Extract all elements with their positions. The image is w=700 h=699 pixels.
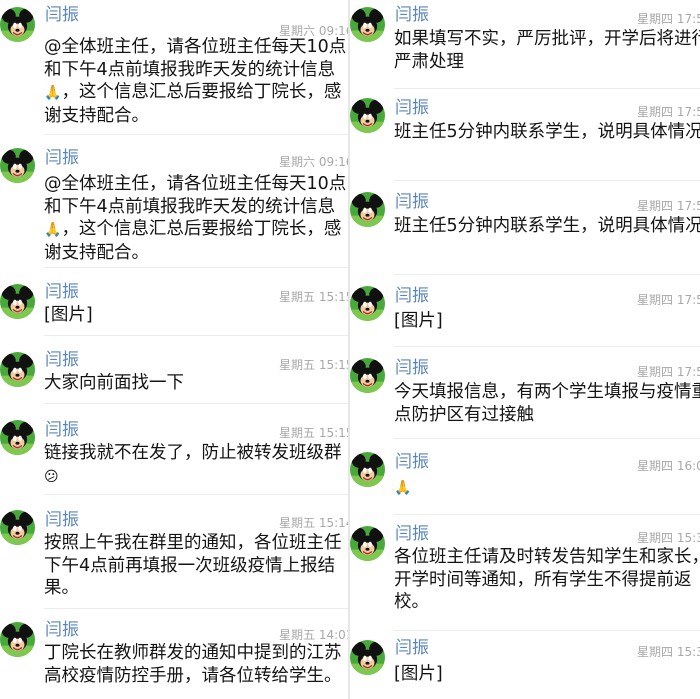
awkward-smile-emoji-icon: 😕 [44, 468, 59, 485]
message-time: 星期五 14:01 [279, 628, 348, 642]
mickey-avatar[interactable] [350, 526, 385, 561]
sender-name: 闫振 [45, 420, 79, 440]
image-placeholder-text[interactable]: [图片] [44, 304, 348, 327]
sender-name: 闫振 [45, 148, 79, 168]
mickey-avatar[interactable] [0, 622, 35, 657]
sender-name: 闫振 [45, 5, 79, 25]
mickey-avatar[interactable] [0, 352, 35, 387]
sender-name: 闫振 [395, 192, 429, 212]
chat-history-collage: 闫振 星期六 09:16 @全体班主任，请各位班主任每天10点和下午4点前填报我… [0, 0, 700, 699]
message-text: 班主任5分钟内联系学生，说明具体情况 [394, 122, 700, 142]
message-item[interactable]: 闫振 星期五 15:15 大家向前面找一下 [0, 338, 348, 404]
message-time: 星期五 15:15 [279, 290, 348, 304]
message-time: 星期四 17:5 [637, 365, 700, 379]
message-text: 链接我就不在发了，防止被转发班级群 😕 [44, 442, 348, 488]
message-text-main: @全体班主任，请各位班主任每天10点和下午4点前填报我昨天发的统计信息 [44, 37, 347, 80]
message-text: 按照上午我在群里的通知，各位班主任下午4点前再填报一次班级疫情上报结果。 [44, 533, 342, 598]
message-text: 如果填写不实，严厉批评，开学后将进行严肃处理 [394, 29, 700, 72]
message-column-left: 闫振 星期六 09:16 @全体班主任，请各位班主任每天10点和下午4点前填报我… [0, 0, 348, 699]
message-time: 星期四 17:5 [637, 199, 700, 213]
divider-line [394, 180, 700, 181]
mickey-avatar[interactable] [350, 98, 385, 133]
divider-line [394, 514, 700, 515]
message-item[interactable]: 闫振 星期四 17:5 班主任5分钟内联系学生，说明具体情况 [350, 88, 700, 181]
message-item[interactable]: 闫振 星期四 17:5 如果填写不实，严厉批评，开学后将进行严肃处理 [350, 0, 700, 90]
sender-name: 闫振 [45, 350, 79, 370]
message-text: 今天填报信息，有两个学生填报与疫情重点防护区有过接触 [394, 382, 700, 425]
pray-emoji-icon: 🙏 [44, 85, 62, 101]
message-text: 丁院长在教师群发的通知中提到的江苏高校疫情防控手册，请各位转给学生。 [44, 643, 342, 686]
message-text: 大家向前面找一下 [44, 373, 184, 393]
divider-line [394, 438, 700, 439]
message-time: 星期五 15:15 [279, 426, 348, 440]
sender-name: 闫振 [395, 638, 429, 658]
message-item[interactable]: 闫振 星期五 15:14 按照上午我在群里的通知，各位班主任下午4点前再填报一次… [0, 496, 348, 610]
message-text-tail: ，这个信息汇总后要报给丁院长，感谢支持配合。 [44, 82, 342, 126]
message-item[interactable]: 闫振 星期六 09:16 @全体班主任，请各位班主任每天10点和下午4点前填报我… [0, 136, 348, 268]
message-item[interactable]: 闫振 星期五 14:01 丁院长在教师群发的通知中提到的江苏高校疫情防控手册，请… [0, 610, 348, 699]
divider-line [44, 608, 348, 609]
message-time: 星期四 15:3 [637, 531, 700, 545]
message-item[interactable]: 闫振 星期五 15:15 [图片] [0, 270, 348, 336]
message-item[interactable]: 闫振 星期四 17:5 [图片] [350, 276, 700, 348]
mickey-avatar[interactable] [350, 640, 385, 675]
message-item[interactable]: 闫振 星期四 17:5 今天填报信息，有两个学生填报与疫情重点防护区有过接触 [350, 348, 700, 440]
divider-line [394, 274, 700, 275]
mickey-avatar[interactable] [0, 420, 35, 455]
message-text-main: @全体班主任，请各位班主任每天10点和下午4点前填报我昨天发的统计信息 [44, 174, 347, 217]
image-placeholder-text[interactable]: [图片] [394, 310, 700, 333]
mickey-avatar[interactable] [350, 452, 385, 487]
message-text: @全体班主任，请各位班主任每天10点和下午4点前填报我昨天发的统计信息 🙏，这个信… [44, 36, 348, 127]
message-item[interactable]: 闫振 星期六 09:16 @全体班主任，请各位班主任每天10点和下午4点前填报我… [0, 0, 348, 135]
message-text: 🙏 [394, 476, 700, 500]
message-text: @全体班主任，请各位班主任每天10点和下午4点前填报我昨天发的统计信息 🙏，这个信… [44, 173, 348, 264]
divider-line [394, 630, 700, 631]
message-time: 星期四 15:3 [637, 645, 700, 659]
sender-name: 闫振 [395, 524, 429, 544]
divider-line [44, 335, 348, 336]
mickey-avatar[interactable] [0, 510, 35, 545]
divider-line [44, 267, 348, 268]
divider-line [44, 403, 348, 404]
message-item[interactable]: 闫振 星期四 15:3 各位班主任请及时转发告知学生和家长，开学时间等通知，所有… [350, 516, 700, 632]
mickey-avatar[interactable] [0, 284, 35, 319]
divider-line [44, 134, 348, 135]
sender-name: 闫振 [395, 358, 429, 378]
mickey-avatar[interactable] [350, 286, 385, 321]
message-item[interactable]: 闫振 星期五 15:15 链接我就不在发了，防止被转发班级群 😕 [0, 406, 348, 496]
pray-emoji-icon: 🙏 [44, 222, 62, 238]
sender-name: 闫振 [45, 282, 79, 302]
message-time: 星期四 16:0 [637, 459, 700, 473]
message-time: 星期五 15:15 [279, 358, 348, 372]
sender-name: 闫振 [395, 452, 429, 472]
sender-name: 闫振 [395, 5, 429, 25]
message-time: 星期四 17:5 [637, 12, 700, 26]
message-column-right: 闫振 星期四 17:5 如果填写不实，严厉批评，开学后将进行严肃处理 闫振 星期… [350, 0, 700, 699]
mickey-avatar[interactable] [0, 7, 35, 42]
message-time: 星期四 17:5 [637, 105, 700, 119]
message-time: 星期五 15:14 [279, 516, 348, 530]
message-text: 班主任5分钟内联系学生，说明具体情况 [394, 216, 700, 236]
message-item[interactable]: 闫振 星期四 16:0 🙏 [350, 440, 700, 516]
mickey-avatar[interactable] [350, 358, 385, 393]
message-item[interactable]: 闫振 星期四 15:3 [图片] [350, 632, 700, 699]
message-text: 各位班主任请及时转发告知学生和家长，开学时间等通知，所有学生不得提前返校。 [394, 547, 700, 612]
message-text-tail: ，这个信息汇总后要报给丁院长，感谢支持配合。 [44, 219, 342, 263]
sender-name: 闫振 [45, 510, 79, 530]
pray-emoji-icon: 🙏 [394, 480, 412, 496]
mickey-avatar[interactable] [350, 192, 385, 227]
sender-name: 闫振 [45, 620, 79, 640]
divider-line [44, 494, 348, 495]
image-placeholder-text[interactable]: [图片] [394, 663, 700, 686]
sender-name: 闫振 [395, 286, 429, 306]
mickey-avatar[interactable] [0, 148, 35, 183]
divider-line [394, 346, 700, 347]
sender-name: 闫振 [395, 98, 429, 118]
message-item[interactable]: 闫振 星期四 17:5 班主任5分钟内联系学生，说明具体情况 [350, 182, 700, 276]
message-time: 星期六 09:16 [279, 155, 348, 169]
mickey-avatar[interactable] [350, 7, 385, 42]
message-text-main: 链接我就不在发了，防止被转发班级群 [44, 443, 342, 463]
message-time: 星期四 17:5 [637, 293, 700, 307]
